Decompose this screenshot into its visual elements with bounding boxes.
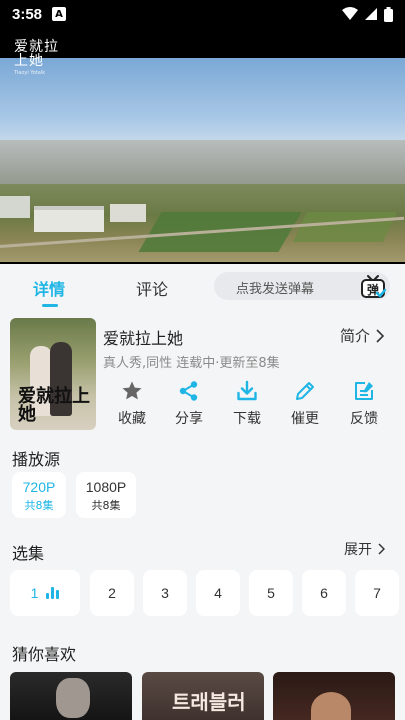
share-label: 分享: [175, 411, 203, 427]
urge-update-label: 催更: [291, 411, 319, 427]
signal-icon: [365, 8, 377, 20]
intro-button[interactable]: 简介: [340, 325, 385, 346]
favorite-button[interactable]: 收藏: [104, 380, 160, 428]
recommend-section-title: 猜你喜欢: [12, 645, 77, 664]
show-title: 爱就拉上她: [103, 329, 184, 348]
danmu-input[interactable]: 点我发送弹幕 弹: [214, 272, 390, 300]
feedback-icon: [355, 382, 373, 400]
playing-bars-icon: [46, 587, 60, 599]
detail-panel: 详情 评论 点我发送弹幕 弹 爱就拉上她 爱就拉上她 简介 真人秀,同性 连载中…: [0, 264, 405, 720]
episode-number: 5: [267, 585, 275, 601]
status-bar: 3:58 A: [0, 0, 405, 28]
episode-number: 1: [30, 585, 39, 601]
intro-label: 简介: [340, 327, 371, 345]
feedback-label: 反馈: [350, 411, 378, 427]
expand-label: 展开: [344, 542, 372, 558]
danmu-placeholder: 点我发送弹幕: [236, 282, 315, 297]
share-icon: [179, 381, 198, 401]
source-720p-episodes: 共8集: [24, 499, 54, 512]
episode-section-title: 选集: [12, 544, 45, 563]
episode-2[interactable]: 2: [90, 570, 134, 616]
episode-list: 1 2 3 4 5 6 7: [10, 570, 405, 616]
episode-7[interactable]: 7: [355, 570, 399, 616]
episode-6[interactable]: 6: [302, 570, 346, 616]
tab-comment[interactable]: 评论: [136, 276, 168, 300]
cover-title: 爱就拉上她: [18, 386, 90, 425]
battery-icon: [384, 6, 393, 22]
source-720p[interactable]: 720P 共8集: [12, 472, 66, 518]
recommend-card-1[interactable]: [10, 672, 132, 720]
pen-icon: [296, 382, 314, 400]
tab-active-indicator: [42, 304, 58, 307]
episode-1[interactable]: 1: [10, 570, 80, 616]
recommend-card-3[interactable]: [273, 672, 395, 720]
action-row: 收藏 分享 下载 催更 反馈: [104, 380, 388, 430]
video-frame[interactable]: [0, 58, 405, 262]
chevron-right-icon: [376, 328, 385, 343]
download-label: 下载: [233, 411, 261, 427]
episode-4[interactable]: 4: [196, 570, 240, 616]
download-icon: [237, 380, 257, 401]
source-section-title: 播放源: [12, 450, 61, 469]
status-time: 3:58: [12, 5, 43, 23]
expand-episodes-button[interactable]: 展开: [344, 539, 385, 559]
video-logo: 爱就拉上她 Tiaoyi Yotalk: [14, 40, 72, 76]
download-button[interactable]: 下载: [219, 380, 275, 428]
video-logo-title: 爱就拉上她: [14, 39, 59, 69]
recommend-list: 트래블러: [0, 672, 405, 720]
wifi-icon: [342, 7, 358, 20]
source-1080p-episodes: 共8集: [91, 499, 121, 512]
star-icon: [122, 381, 142, 400]
recommend-card-2[interactable]: 트래블러: [142, 672, 264, 720]
episode-number: 2: [108, 585, 116, 601]
chevron-right-icon: [378, 543, 385, 555]
episode-number: 7: [373, 585, 381, 601]
source-1080p[interactable]: 1080P 共8集: [76, 472, 136, 518]
tab-detail[interactable]: 详情: [33, 276, 65, 300]
episode-number: 3: [161, 585, 169, 601]
episode-3[interactable]: 3: [143, 570, 187, 616]
source-720p-resolution: 720P: [22, 479, 56, 495]
episode-number: 4: [214, 585, 222, 601]
notification-icon: A: [52, 7, 67, 21]
show-meta: 真人秀,同性 连载中·更新至8集: [103, 356, 280, 371]
status-icons: [342, 6, 393, 22]
video-player[interactable]: 爱就拉上她 Tiaoyi Yotalk: [0, 28, 405, 264]
source-1080p-resolution: 1080P: [85, 479, 127, 495]
share-button[interactable]: 分享: [161, 380, 217, 428]
recommend-card-title: 트래블러: [172, 690, 246, 714]
feedback-button[interactable]: 反馈: [336, 380, 392, 428]
show-cover[interactable]: 爱就拉上她: [10, 318, 96, 430]
urge-update-button[interactable]: 催更: [277, 380, 333, 428]
tab-bar: 详情 评论 点我发送弹幕 弹: [0, 264, 405, 308]
danmu-tv-icon[interactable]: 弹: [360, 273, 386, 299]
episode-number: 6: [320, 585, 328, 601]
video-logo-sub: Tiaoyi Yotalk: [14, 70, 46, 76]
favorite-label: 收藏: [118, 411, 146, 427]
episode-5[interactable]: 5: [249, 570, 293, 616]
